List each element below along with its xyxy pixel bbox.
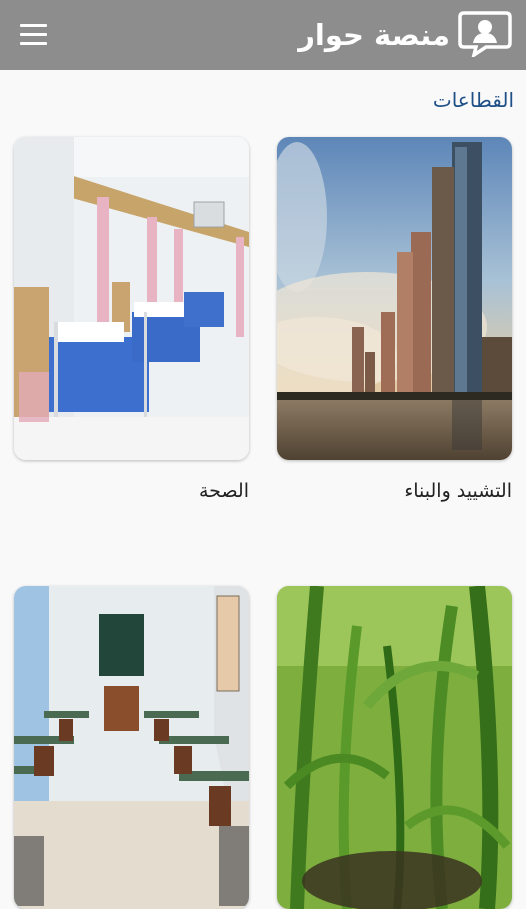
sector-card-education[interactable] <box>14 586 249 909</box>
sector-label-construction: التشييد والبناء <box>404 480 512 502</box>
app-bar: منصة حوار <box>0 0 526 70</box>
corn-field-image <box>277 586 512 909</box>
sector-card-health[interactable] <box>14 137 249 460</box>
city-skyline-image <box>277 137 512 460</box>
section-title: القطاعات <box>432 88 514 112</box>
sector-card-construction[interactable] <box>277 137 512 460</box>
hamburger-menu-icon[interactable] <box>20 24 48 46</box>
sector-label-health: الصحة <box>199 480 249 502</box>
hospital-ward-image <box>14 137 249 460</box>
dialogue-person-icon <box>458 9 512 61</box>
classroom-image <box>14 586 249 909</box>
sector-card-agriculture[interactable] <box>277 586 512 909</box>
brand: منصة حوار <box>298 10 512 60</box>
brand-title: منصة حوار <box>298 18 450 52</box>
